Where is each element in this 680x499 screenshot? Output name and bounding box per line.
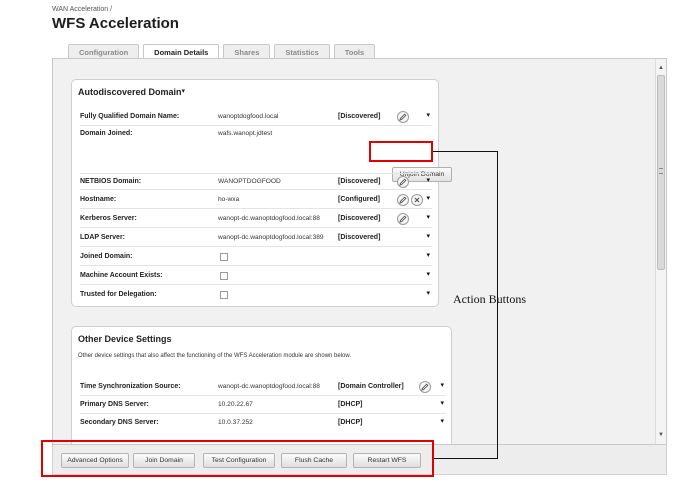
row-label: Time Synchronization Source: bbox=[80, 383, 181, 390]
row-marker: ▾ bbox=[426, 214, 430, 221]
row-machine-account: Machine Account Exists: ▾ bbox=[80, 268, 432, 285]
scroll-content: Autodiscovered Domain▾ Fully Qualified D… bbox=[53, 59, 656, 444]
row-marker: ▾ bbox=[440, 418, 444, 425]
row-value: wanopt-dc.wanoptdogfood.local:389 bbox=[218, 234, 324, 241]
title-marker: ▾ bbox=[181, 88, 186, 95]
row-fqdn: Fully Qualified Domain Name: wanoptdogfo… bbox=[80, 109, 432, 126]
tab-statistics[interactable]: Statistics bbox=[274, 44, 330, 59]
row-marker: ▾ bbox=[440, 382, 444, 389]
pencil-icon[interactable] bbox=[397, 176, 409, 188]
joined-domain-checkbox[interactable] bbox=[220, 253, 228, 261]
grip-icon bbox=[659, 168, 663, 174]
tab-shares[interactable]: Shares bbox=[223, 44, 271, 59]
row-label: Machine Account Exists: bbox=[80, 272, 163, 279]
row-value: 10.0.37.252 bbox=[218, 419, 253, 426]
row-label: Secondary DNS Server: bbox=[80, 419, 159, 426]
row-primary-dns: Primary DNS Server: 10.20.22.67 [DHCP] ▾ bbox=[80, 397, 446, 414]
row-label: NETBIOS Domain: bbox=[80, 178, 142, 185]
pencil-icon[interactable] bbox=[397, 194, 409, 206]
breadcrumb[interactable]: WAN Acceleration / bbox=[52, 6, 112, 13]
row-value: wanopt-dc.wanoptdogfood.local:88 bbox=[218, 215, 320, 222]
row-marker: ▾ bbox=[426, 112, 430, 119]
status-text: [Configured] bbox=[338, 196, 380, 203]
pencil-icon[interactable] bbox=[397, 213, 409, 225]
row-value: wafs.wanopt.jdtest bbox=[218, 130, 273, 137]
unjoin-highlight-box bbox=[369, 141, 433, 162]
autodiscovered-domain-panel: Autodiscovered Domain▾ Fully Qualified D… bbox=[71, 79, 452, 307]
row-marker: ▾ bbox=[426, 195, 430, 202]
row-label: Joined Domain: bbox=[80, 253, 133, 260]
row-value: wanoptdogfood.local bbox=[218, 113, 279, 120]
row-joined-domain: Joined Domain: ▾ bbox=[80, 249, 432, 266]
scroll-up-arrow-icon[interactable]: ▲ bbox=[656, 63, 666, 73]
vertical-scrollbar[interactable]: ▲ ▼ bbox=[655, 59, 666, 444]
row-trusted-delegation: Trusted for Delegation: ▾ bbox=[80, 287, 432, 304]
status-text: [DHCP] bbox=[338, 419, 363, 426]
pencil-icon[interactable] bbox=[419, 381, 431, 393]
machine-account-checkbox[interactable] bbox=[220, 272, 228, 280]
row-marker: ▾ bbox=[426, 271, 430, 278]
close-icon[interactable] bbox=[411, 194, 423, 206]
status-text: [Discovered] bbox=[338, 234, 381, 241]
status-text: [Discovered] bbox=[338, 113, 381, 120]
row-kerberos: Kerberos Server: wanopt-dc.wanoptdogfood… bbox=[80, 211, 432, 228]
tab-configuration[interactable]: Configuration bbox=[68, 44, 140, 59]
trusted-delegation-checkbox[interactable] bbox=[220, 291, 228, 299]
scroll-down-arrow-icon[interactable]: ▼ bbox=[656, 430, 666, 440]
panel-title: Autodiscovered Domain▾ bbox=[78, 87, 185, 97]
row-value: 10.20.22.67 bbox=[218, 401, 253, 408]
row-value: wanopt-dc.wanoptdogfood.local:88 bbox=[218, 383, 320, 390]
panel-description: Other device settings that also affect t… bbox=[78, 353, 352, 359]
row-label: Kerberos Server: bbox=[80, 215, 137, 222]
row-label: LDAP Server: bbox=[80, 234, 126, 241]
row-time-sync: Time Synchronization Source: wanopt-dc.w… bbox=[80, 379, 446, 396]
row-marker: ▾ bbox=[426, 233, 430, 240]
autodiscovered-title-text: Autodiscovered Domain bbox=[78, 87, 182, 97]
row-marker: ▾ bbox=[440, 400, 444, 407]
row-ldap: LDAP Server: wanopt-dc.wanoptdogfood.loc… bbox=[80, 230, 432, 247]
row-secondary-dns: Secondary DNS Server: 10.0.37.252 [DHCP]… bbox=[80, 415, 446, 432]
row-label: Trusted for Delegation: bbox=[80, 291, 157, 298]
status-text: [Domain Controller] bbox=[338, 383, 404, 390]
action-buttons-highlight-box bbox=[41, 440, 434, 477]
status-text: [DHCP] bbox=[338, 401, 363, 408]
row-value: ho-wxa bbox=[218, 196, 240, 203]
row-label: Domain Joined: bbox=[80, 130, 133, 137]
status-text: [Discovered] bbox=[338, 178, 381, 185]
other-device-settings-panel: Other Device Settings Other device setti… bbox=[71, 326, 452, 444]
content-frame: Autodiscovered Domain▾ Fully Qualified D… bbox=[52, 58, 667, 445]
row-marker: ▾ bbox=[426, 290, 430, 297]
status-text: [Discovered] bbox=[338, 215, 381, 222]
row-label: Fully Qualified Domain Name: bbox=[80, 113, 180, 120]
row-marker: ▾ bbox=[426, 177, 430, 184]
scroll-thumb[interactable] bbox=[657, 75, 665, 270]
callout-connector bbox=[433, 151, 497, 152]
tab-tools[interactable]: Tools bbox=[333, 44, 376, 59]
row-hostname: Hostname: ho-wxa [Configured] ▾ bbox=[80, 192, 432, 209]
page-title: WFS Acceleration bbox=[52, 15, 179, 32]
row-netbios: NETBIOS Domain: WANOPTDOGFOOD [Discovere… bbox=[80, 173, 432, 190]
row-label: Hostname: bbox=[80, 196, 117, 203]
row-marker: ▾ bbox=[426, 252, 430, 259]
panel-title: Other Device Settings bbox=[78, 334, 172, 344]
callout-connector bbox=[434, 458, 498, 459]
callout-label: Action Buttons bbox=[453, 292, 527, 306]
row-label: Primary DNS Server: bbox=[80, 401, 149, 408]
row-value: WANOPTDOGFOOD bbox=[218, 178, 281, 185]
pencil-icon[interactable] bbox=[397, 111, 409, 123]
